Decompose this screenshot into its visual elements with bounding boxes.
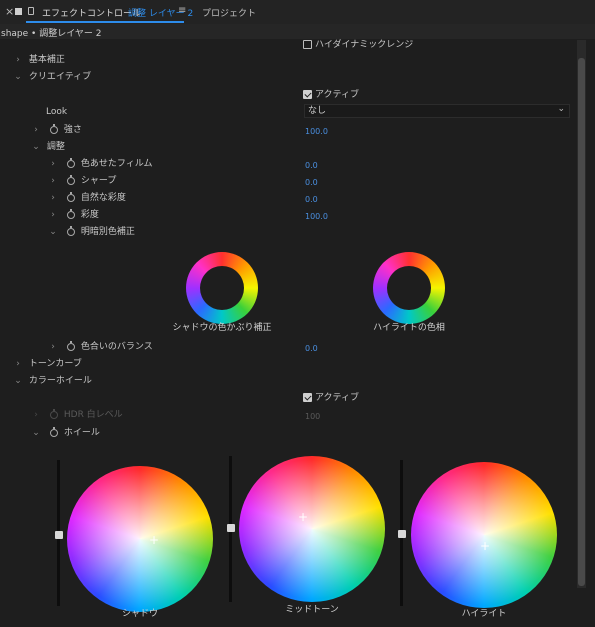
vibrance-row[interactable]: › 自然な彩度 <box>48 190 126 207</box>
faded-film-row[interactable]: › 色あせたフィルム <box>48 156 153 173</box>
shadow-tint-label: シャドウの色かぶり補正 <box>172 323 272 333</box>
crosshair-icon[interactable]: + <box>480 540 490 552</box>
hdr-checkbox[interactable] <box>303 40 312 49</box>
chevron-down-icon[interactable]: ⌄ <box>48 224 58 241</box>
stopwatch-icon[interactable] <box>66 340 75 351</box>
shadow-tint-ring-center <box>200 266 244 310</box>
section-creative[interactable]: ⌄ クリエイティブ <box>13 69 91 86</box>
color-wheels-active-row[interactable]: アクティブ <box>303 390 359 407</box>
midtone-color-wheel[interactable]: + <box>239 456 385 602</box>
chevron-right-icon[interactable]: › <box>48 207 58 224</box>
tab-effect-controls[interactable]: エフェクトコントロール <box>42 6 141 19</box>
active-tab-indicator <box>26 21 184 23</box>
hdr-white-label: HDR 白レベル <box>63 410 123 420</box>
intensity-row[interactable]: › 強さ <box>31 122 82 139</box>
shadow-slider-handle[interactable] <box>55 531 63 539</box>
chevron-right-icon[interactable]: › <box>31 122 41 139</box>
chevron-down-icon[interactable]: ⌄ <box>13 69 23 86</box>
saturation-label: 彩度 <box>80 210 99 220</box>
chevron-down-icon[interactable]: ⌄ <box>31 425 41 442</box>
adjust-row[interactable]: ⌄ 調整 <box>31 139 65 156</box>
shadow-wheel-label: シャドウ <box>121 609 158 619</box>
stopwatch-icon[interactable] <box>66 174 75 185</box>
intensity-value[interactable]: 100.0 <box>305 123 328 140</box>
intensity-label: 強さ <box>63 125 82 135</box>
tint-balance-value[interactable]: 0.0 <box>305 340 318 357</box>
split-tone-label: 明暗別色補正 <box>80 227 135 237</box>
creative-active-checkbox[interactable] <box>303 90 312 99</box>
midtone-wheel-label: ミッドトーン <box>285 605 339 615</box>
adjust-label: 調整 <box>46 142 65 152</box>
shadow-color-wheel[interactable]: + <box>67 466 213 612</box>
stopwatch-icon[interactable] <box>66 191 75 202</box>
chevron-right-icon[interactable]: › <box>48 339 58 356</box>
section-color-wheels-label: カラーホイール <box>28 376 92 386</box>
look-label-text: Look <box>46 107 68 117</box>
dropdown-chevron-icon: ⌄ <box>557 104 565 114</box>
chevron-right-icon[interactable]: › <box>13 356 23 373</box>
hdr-checkbox-label: ハイダイナミックレンジ <box>315 40 414 50</box>
panel-square-icon <box>15 8 22 15</box>
chevron-down-icon[interactable]: ⌄ <box>31 139 41 156</box>
highlight-wheel-label: ハイライト <box>461 609 507 619</box>
chevron-right-icon[interactable]: › <box>48 173 58 190</box>
wheel-row[interactable]: ⌄ ホイール <box>31 425 100 442</box>
look-label: Look <box>46 104 67 121</box>
chevron-right-icon[interactable]: › <box>48 156 58 173</box>
highlight-tint-ring-center <box>387 266 431 310</box>
section-tone-curve[interactable]: › トーンカーブ <box>13 356 82 373</box>
creative-active-label: アクティブ <box>315 90 360 100</box>
color-wheels-active-label: アクティブ <box>315 393 360 403</box>
lock-icon[interactable] <box>28 7 34 15</box>
split-tone-row[interactable]: ⌄ 明暗別色補正 <box>48 224 135 241</box>
vibrance-value[interactable]: 0.0 <box>305 191 318 208</box>
saturation-value[interactable]: 100.0 <box>305 208 328 225</box>
breadcrumb-text: shape • 調整レイヤー 2 <box>1 29 102 39</box>
hdr-white-row: › HDR 白レベル <box>31 407 123 424</box>
sharpen-value[interactable]: 0.0 <box>305 174 318 191</box>
section-basic-correction[interactable]: › 基本補正 <box>13 52 65 69</box>
tab-project[interactable]: プロジェクト <box>202 6 256 19</box>
color-wheels-active-checkbox[interactable] <box>303 393 312 402</box>
scrollbar-thumb[interactable] <box>578 58 585 586</box>
creative-active-row[interactable]: アクティブ <box>303 87 359 104</box>
section-basic-label: 基本補正 <box>28 55 65 65</box>
crosshair-icon[interactable]: + <box>298 511 308 523</box>
highlight-tint-label: ハイライトの色相 <box>373 323 445 333</box>
chevron-right-icon[interactable]: › <box>48 190 58 207</box>
highlight-slider-handle[interactable] <box>398 530 406 538</box>
close-icon[interactable]: × <box>5 5 14 18</box>
saturation-row[interactable]: › 彩度 <box>48 207 99 224</box>
midtone-slider-handle[interactable] <box>227 524 235 532</box>
tint-balance-label: 色合いのバランス <box>80 342 153 352</box>
section-creative-label: クリエイティブ <box>28 72 92 82</box>
panel-menu-icon[interactable]: ≡ <box>178 5 186 16</box>
sharpen-label: シャープ <box>80 176 117 186</box>
chevron-right-icon: › <box>34 410 38 420</box>
stopwatch-icon[interactable] <box>66 208 75 219</box>
faded-film-label: 色あせたフィルム <box>80 159 153 169</box>
tint-balance-row[interactable]: › 色合いのバランス <box>48 339 153 356</box>
crosshair-icon[interactable]: + <box>149 534 159 546</box>
hdr-white-value: 100 <box>305 412 321 421</box>
stopwatch-icon[interactable] <box>49 426 58 437</box>
wheel-label: ホイール <box>63 428 100 438</box>
faded-film-value[interactable]: 0.0 <box>305 157 318 174</box>
stopwatch-icon[interactable] <box>66 157 75 168</box>
chevron-down-icon[interactable]: ⌄ <box>13 373 23 390</box>
stopwatch-icon[interactable] <box>49 123 58 134</box>
look-dropdown[interactable]: なし ⌄ <box>304 104 570 118</box>
hdr-checkbox-row[interactable]: ハイダイナミックレンジ <box>303 37 413 54</box>
breadcrumb: shape • 調整レイヤー 2 <box>0 24 595 39</box>
section-tone-curve-label: トーンカーブ <box>28 359 82 369</box>
look-dropdown-value: なし <box>308 106 327 116</box>
section-color-wheels[interactable]: ⌄ カラーホイール <box>13 373 92 390</box>
chevron-right-icon[interactable]: › <box>13 52 23 69</box>
stopwatch-icon[interactable] <box>66 225 75 236</box>
sharpen-row[interactable]: › シャープ <box>48 173 116 190</box>
vibrance-label: 自然な彩度 <box>80 193 126 203</box>
highlight-color-wheel[interactable]: + <box>411 462 557 608</box>
stopwatch-icon <box>49 408 58 419</box>
